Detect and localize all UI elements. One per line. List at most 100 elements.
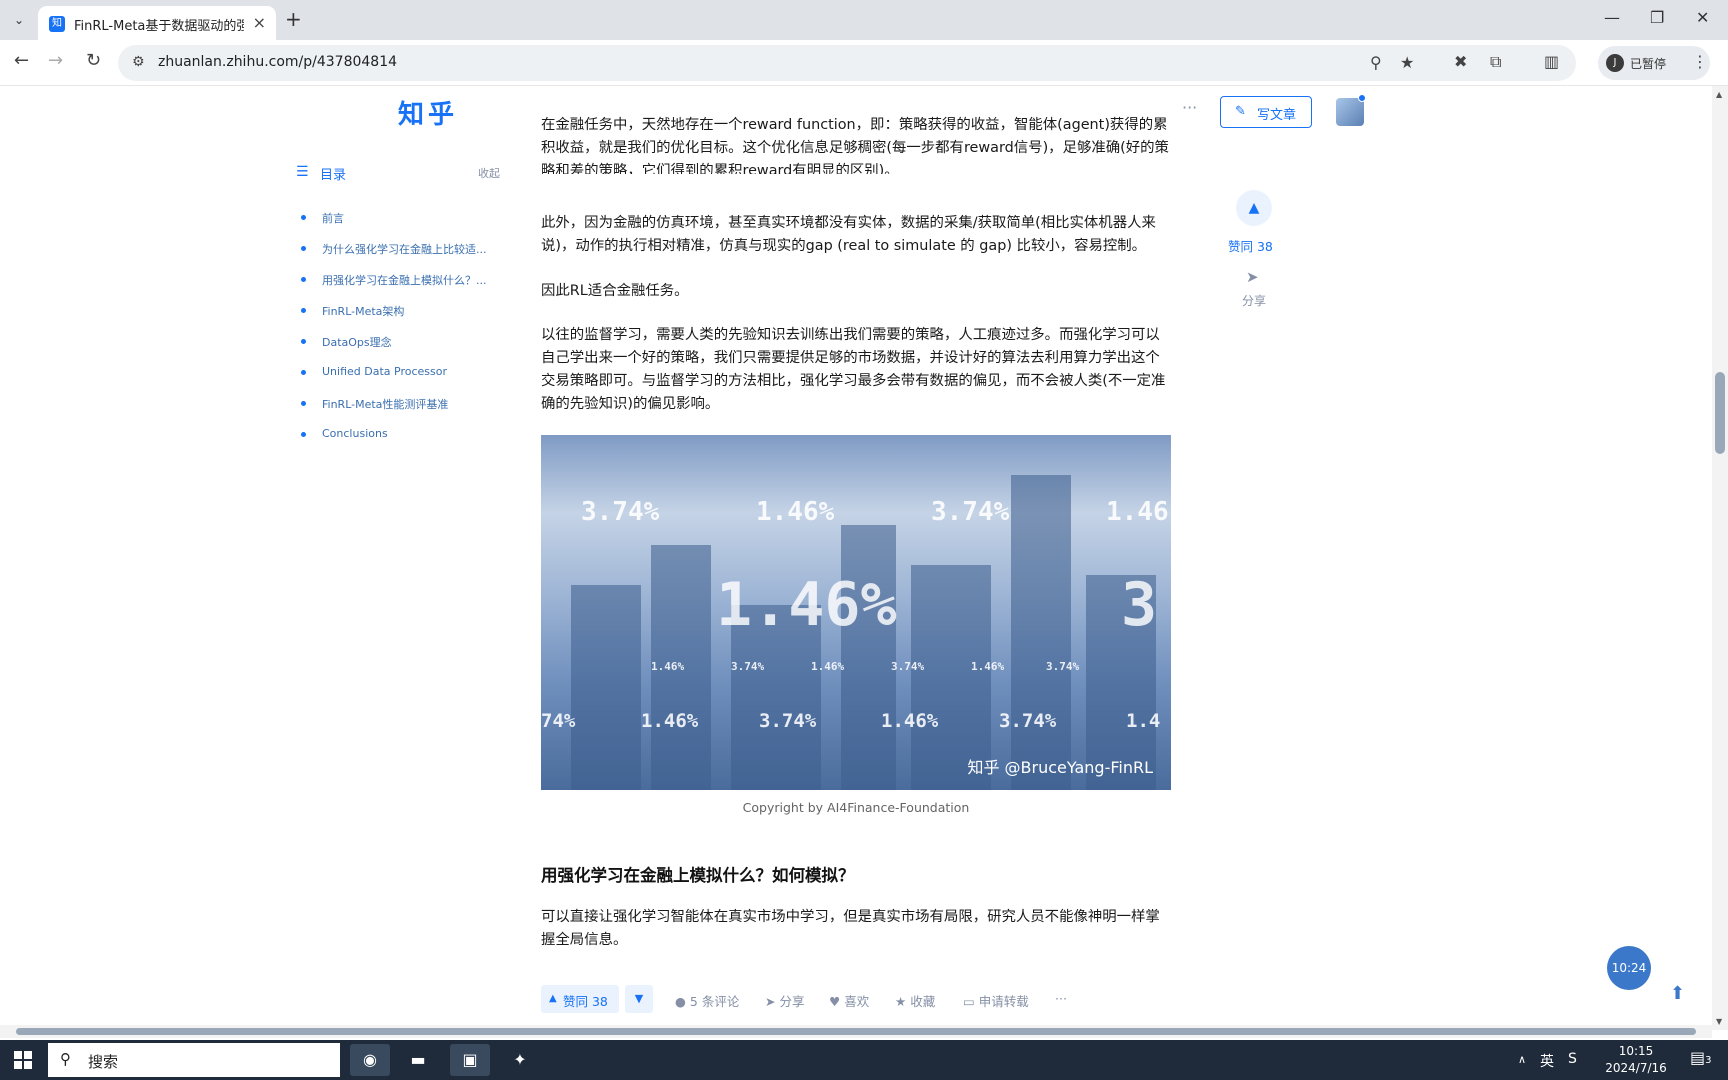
back-to-top-icon[interactable]: ⬆ [1670,983,1685,1004]
upvote-label: 赞同 38 [563,994,608,1009]
toc-collapse-button[interactable]: 收起 [478,165,500,181]
toc-bullet-icon [301,370,306,375]
new-tab-icon[interactable]: + [285,7,302,31]
tab-search-icon[interactable]: ⌄ [8,9,30,31]
like-button[interactable]: ♥ 喜欢 [829,991,869,1010]
close-window-icon[interactable]: ✕ [1696,8,1709,27]
share-button[interactable]: ➤ 分享 [765,991,804,1010]
image-number: 74% [541,710,576,732]
taskbar-chrome-icon[interactable]: ◉ [350,1044,390,1076]
upvote-count[interactable]: 赞同 38 [1228,236,1288,255]
tray-expand-icon[interactable]: ∧ [1518,1053,1526,1066]
downvote-button[interactable]: ▼ [625,985,653,1013]
horizontal-scrollbar[interactable] [0,1025,1712,1038]
image-number: 1.46 [1106,497,1169,527]
more-icon[interactable]: ··· [1182,98,1197,117]
vertical-scrollbar[interactable]: ▲ ▼ [1712,86,1728,1030]
ime-indicator[interactable]: 英 [1540,1051,1554,1071]
notification-center-icon[interactable]: ▤3 [1690,1048,1712,1067]
reload-icon[interactable]: ↻ [86,50,101,71]
collect-button[interactable]: ★ 收藏 [895,991,935,1010]
tab-title: FinRL-Meta基于数据驱动的强 [74,19,244,34]
toc-item[interactable]: Unified Data Processor [296,365,500,396]
upvote-button[interactable]: ▲ 赞同 38 [541,985,619,1013]
forward-icon[interactable]: → [48,50,63,71]
toc-item[interactable]: FinRL-Meta架构 [296,303,500,334]
share-icon: ➤ [765,994,776,1009]
browser-menu-icon[interactable]: ⋮ [1692,52,1708,71]
toc-item[interactable]: Conclusions [296,427,500,458]
comment-icon: ● [675,994,686,1009]
toc-item[interactable]: DataOps理念 [296,334,500,365]
comments-button[interactable]: ● 5 条评论 [675,991,739,1010]
image-building [571,585,641,790]
toc-list-icon: ☰ [296,164,309,180]
paragraph: 可以直接让强化学习智能体在真实市场中学习，但是真实市场有局限，研究人员不能像神明… [541,909,1160,948]
repost-button[interactable]: ▭ 申请转载 [963,991,1029,1010]
zoom-icon[interactable]: ⚲ [1370,53,1382,72]
more-actions-button[interactable]: ··· [1055,991,1067,1006]
tray-app-icon[interactable]: S [1568,1051,1577,1067]
toc-list: 前言 为什么强化学习在金融上比较适... 用强化学习在金融上模拟什么？... F… [296,210,500,458]
image-building [1011,475,1071,790]
toc-item-label: Unified Data Processor [322,365,447,378]
taskbar-app-bird-icon[interactable]: ✦ [500,1044,540,1076]
horizontal-scroll-thumb[interactable] [16,1028,1696,1035]
share-label[interactable]: 分享 [1242,292,1266,309]
browser-toolbar: ← → ↻ ⚙ zhuanlan.zhihu.com/p/437804814 ⚲… [0,40,1728,86]
share-label: 分享 [779,994,805,1009]
user-avatar[interactable] [1336,98,1364,126]
site-info-icon[interactable]: ⚙ [132,54,145,70]
back-icon[interactable]: ← [14,50,29,71]
system-clock[interactable]: 10:15 2024/7/16 [1596,1043,1676,1077]
image-watermark: 知乎 @BruceYang-FinRL [967,758,1153,777]
image-number-small: 1.46% [971,660,1005,673]
repost-icon: ▭ [963,994,975,1009]
zhihu-logo[interactable]: 知乎 [398,94,458,131]
paragraph: 在金融任务中，天然地存在一个reward function，即：策略获得的收益，… [541,117,1169,174]
toc-header: ☰ 目录 收起 [296,162,500,186]
upvote-button[interactable]: ▲ [1236,190,1272,226]
profile-status: 已暂停 [1630,57,1667,71]
tab-close-icon[interactable]: × [253,13,266,32]
article-image[interactable]: 3.74% 1.46% 3.74% 1.46 1.46% 3 1.46% 3.7… [541,435,1171,790]
zhihu-favicon-icon: 知 [49,16,65,32]
share-icon[interactable]: ➤ [1246,268,1259,286]
extensions-puzzle-icon[interactable]: ⧉ [1490,52,1501,72]
taskbar-file-explorer-icon[interactable]: ▬ [398,1044,438,1076]
toc-item-label: Conclusions [322,427,388,440]
url-text[interactable]: zhuanlan.zhihu.com/p/437804814 [158,54,397,70]
clock-date: 2024/7/16 [1605,1061,1667,1075]
toc-bullet-icon [301,339,306,344]
minimize-icon[interactable]: — [1604,8,1620,27]
toc-item[interactable]: 用强化学习在金融上模拟什么？... [296,272,500,303]
image-number: 3.74% [999,710,1057,732]
taskbar-search-box[interactable]: ⚲ 搜索 [48,1043,340,1077]
toc-title: 目录 [320,168,347,183]
reading-list-icon[interactable]: ▥ [1544,52,1559,71]
windows-start-icon[interactable] [14,1051,32,1069]
scroll-down-icon[interactable]: ▼ [1716,1017,1722,1026]
image-number: 1.4 [1126,710,1161,732]
windows-taskbar: ⚲ 搜索 ◉ ▬ ▣ ✦ ∧ 英 S 10:15 2024/7/16 ▤3 [0,1040,1728,1080]
image-number-small: 3.74% [731,660,765,673]
extension-icon[interactable]: ✖ [1454,52,1467,71]
profile-avatar: J [1606,54,1624,72]
write-article-button[interactable]: ✎ 写文章 [1220,96,1312,128]
taskbar-app-icon[interactable]: ▣ [450,1044,490,1076]
address-bar[interactable]: ⚙ zhuanlan.zhihu.com/p/437804814 ⚲ ★ [118,45,1576,81]
image-number: 1.46% [641,710,699,732]
image-caption: Copyright by AI4Finance-Foundation [742,800,970,815]
image-number: 3.74% [581,497,660,527]
bookmark-star-icon[interactable]: ★ [1400,53,1414,72]
toc-item[interactable]: FinRL-Meta性能测评基准 [296,396,500,427]
comments-label: 5 条评论 [689,994,740,1009]
restore-icon[interactable]: ❐ [1650,8,1664,27]
scroll-up-icon[interactable]: ▲ [1716,90,1722,99]
toc-item[interactable]: 为什么强化学习在金融上比较适... [296,241,500,272]
tab-active[interactable]: 知 FinRL-Meta基于数据驱动的强 × [38,6,276,40]
toc-item[interactable]: 前言 [296,210,500,241]
scroll-thumb[interactable] [1715,372,1725,454]
floating-time-badge[interactable]: 10:24 [1607,946,1651,990]
clock-time: 10:15 [1618,1044,1654,1058]
